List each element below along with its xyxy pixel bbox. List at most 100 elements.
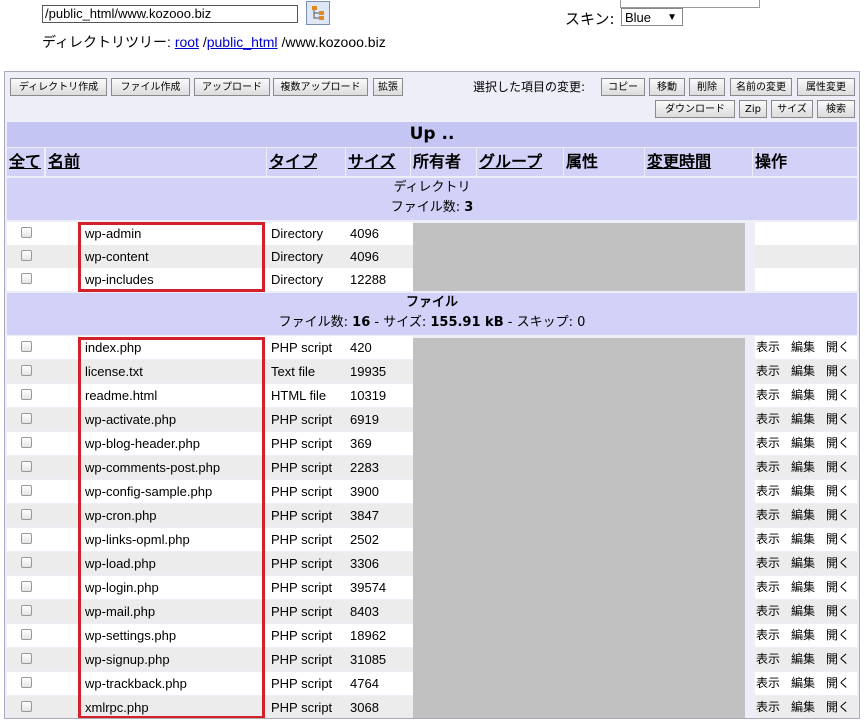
up-directory-link[interactable]: Up .. xyxy=(7,122,857,147)
view-link[interactable]: 表示 xyxy=(756,624,780,647)
row-checkbox[interactable] xyxy=(21,227,32,238)
delete-button[interactable]: 削除 xyxy=(689,78,725,96)
download-button[interactable]: ダウンロード xyxy=(655,100,735,118)
row-checkbox[interactable] xyxy=(21,365,32,376)
create-directory-button[interactable]: ディレクトリ作成 xyxy=(10,78,107,96)
breadcrumb-root-link[interactable]: root xyxy=(175,34,199,50)
open-link[interactable]: 開く xyxy=(826,336,850,359)
open-link[interactable]: 開く xyxy=(826,624,850,647)
open-link[interactable]: 開く xyxy=(826,360,850,383)
row-checkbox[interactable] xyxy=(21,273,32,284)
row-checkbox[interactable] xyxy=(21,509,32,520)
open-link[interactable]: 開く xyxy=(826,600,850,623)
edit-link[interactable]: 編集 xyxy=(791,528,815,551)
size-button[interactable]: サイズ xyxy=(771,100,813,118)
file-size: 19935 xyxy=(348,360,413,383)
edit-link[interactable]: 編集 xyxy=(791,552,815,575)
open-link[interactable]: 開く xyxy=(826,696,850,718)
open-link[interactable]: 開く xyxy=(826,432,850,455)
view-link[interactable]: 表示 xyxy=(756,504,780,527)
open-link[interactable]: 開く xyxy=(826,504,850,527)
open-link[interactable]: 開く xyxy=(826,648,850,671)
open-link[interactable]: 開く xyxy=(826,480,850,503)
file-type: Text file xyxy=(269,360,348,383)
edit-link[interactable]: 編集 xyxy=(791,624,815,647)
row-checkbox[interactable] xyxy=(21,485,32,496)
edit-link[interactable]: 編集 xyxy=(791,504,815,527)
view-link[interactable]: 表示 xyxy=(756,408,780,431)
edit-link[interactable]: 編集 xyxy=(791,360,815,383)
open-link[interactable]: 開く xyxy=(826,456,850,479)
view-link[interactable]: 表示 xyxy=(756,456,780,479)
edit-link[interactable]: 編集 xyxy=(791,336,815,359)
file-type: PHP script xyxy=(269,648,348,671)
move-button[interactable]: 移動 xyxy=(649,78,685,96)
open-link[interactable]: 開く xyxy=(826,552,850,575)
row-checkbox[interactable] xyxy=(21,341,32,352)
rename-button[interactable]: 名前の変更 xyxy=(730,78,792,96)
path-input[interactable]: /public_html/www.kozooo.biz xyxy=(42,5,298,23)
skin-select[interactable]: Blue ▼ xyxy=(621,8,683,26)
view-link[interactable]: 表示 xyxy=(756,480,780,503)
file-type: PHP script xyxy=(269,408,348,431)
row-checkbox[interactable] xyxy=(21,413,32,424)
row-checkbox[interactable] xyxy=(21,437,32,448)
row-checkbox[interactable] xyxy=(21,605,32,616)
edit-link[interactable]: 編集 xyxy=(791,576,815,599)
breadcrumb-public-link[interactable]: public_html xyxy=(207,34,278,50)
extend-button[interactable]: 拡張 xyxy=(373,78,403,96)
view-link[interactable]: 表示 xyxy=(756,576,780,599)
view-link[interactable]: 表示 xyxy=(756,528,780,551)
col-modified[interactable]: 変更時間 xyxy=(645,148,752,176)
search-button[interactable]: 検索 xyxy=(817,100,855,118)
open-link[interactable]: 開く xyxy=(826,408,850,431)
edit-link[interactable]: 編集 xyxy=(791,600,815,623)
row-checkbox[interactable] xyxy=(21,389,32,400)
open-link[interactable]: 開く xyxy=(826,672,850,695)
col-select-all[interactable]: 全て xyxy=(7,148,44,176)
col-size[interactable]: サイズ xyxy=(346,148,410,176)
row-checkbox[interactable] xyxy=(21,250,32,261)
view-link[interactable]: 表示 xyxy=(756,696,780,718)
col-group[interactable]: グループ xyxy=(477,148,563,176)
view-link[interactable]: 表示 xyxy=(756,384,780,407)
language-select[interactable] xyxy=(620,0,760,8)
edit-link[interactable]: 編集 xyxy=(791,480,815,503)
row-checkbox[interactable] xyxy=(21,629,32,640)
row-checkbox[interactable] xyxy=(21,557,32,568)
edit-link[interactable]: 編集 xyxy=(791,648,815,671)
col-type[interactable]: タイプ xyxy=(267,148,345,176)
open-link[interactable]: 開く xyxy=(826,528,850,551)
edit-link[interactable]: 編集 xyxy=(791,408,815,431)
edit-link[interactable]: 編集 xyxy=(791,672,815,695)
row-checkbox[interactable] xyxy=(21,701,32,712)
upload-button[interactable]: アップロード xyxy=(194,78,270,96)
view-link[interactable]: 表示 xyxy=(756,600,780,623)
open-link[interactable]: 開く xyxy=(826,384,850,407)
highlight-box-files xyxy=(78,337,265,718)
edit-link[interactable]: 編集 xyxy=(791,432,815,455)
zip-button[interactable]: Zip xyxy=(739,100,767,118)
edit-link[interactable]: 編集 xyxy=(791,384,815,407)
edit-link[interactable]: 編集 xyxy=(791,696,815,718)
view-link[interactable]: 表示 xyxy=(756,648,780,671)
directory-tree-button[interactable] xyxy=(306,1,330,25)
change-attributes-button[interactable]: 属性変更 xyxy=(797,78,855,96)
edit-link[interactable]: 編集 xyxy=(791,456,815,479)
row-checkbox[interactable] xyxy=(21,533,32,544)
row-checkbox[interactable] xyxy=(21,461,32,472)
view-link[interactable]: 表示 xyxy=(756,336,780,359)
row-checkbox[interactable] xyxy=(21,677,32,688)
open-link[interactable]: 開く xyxy=(826,576,850,599)
row-checkbox[interactable] xyxy=(21,581,32,592)
view-link[interactable]: 表示 xyxy=(756,552,780,575)
view-link[interactable]: 表示 xyxy=(756,360,780,383)
multi-upload-button[interactable]: 複数アップロード xyxy=(273,78,368,96)
view-link[interactable]: 表示 xyxy=(756,672,780,695)
view-link[interactable]: 表示 xyxy=(756,432,780,455)
file-type: PHP script xyxy=(269,456,348,479)
row-checkbox[interactable] xyxy=(21,653,32,664)
copy-button[interactable]: コピー xyxy=(601,78,645,96)
create-file-button[interactable]: ファイル作成 xyxy=(111,78,190,96)
col-name[interactable]: 名前 xyxy=(46,148,266,176)
